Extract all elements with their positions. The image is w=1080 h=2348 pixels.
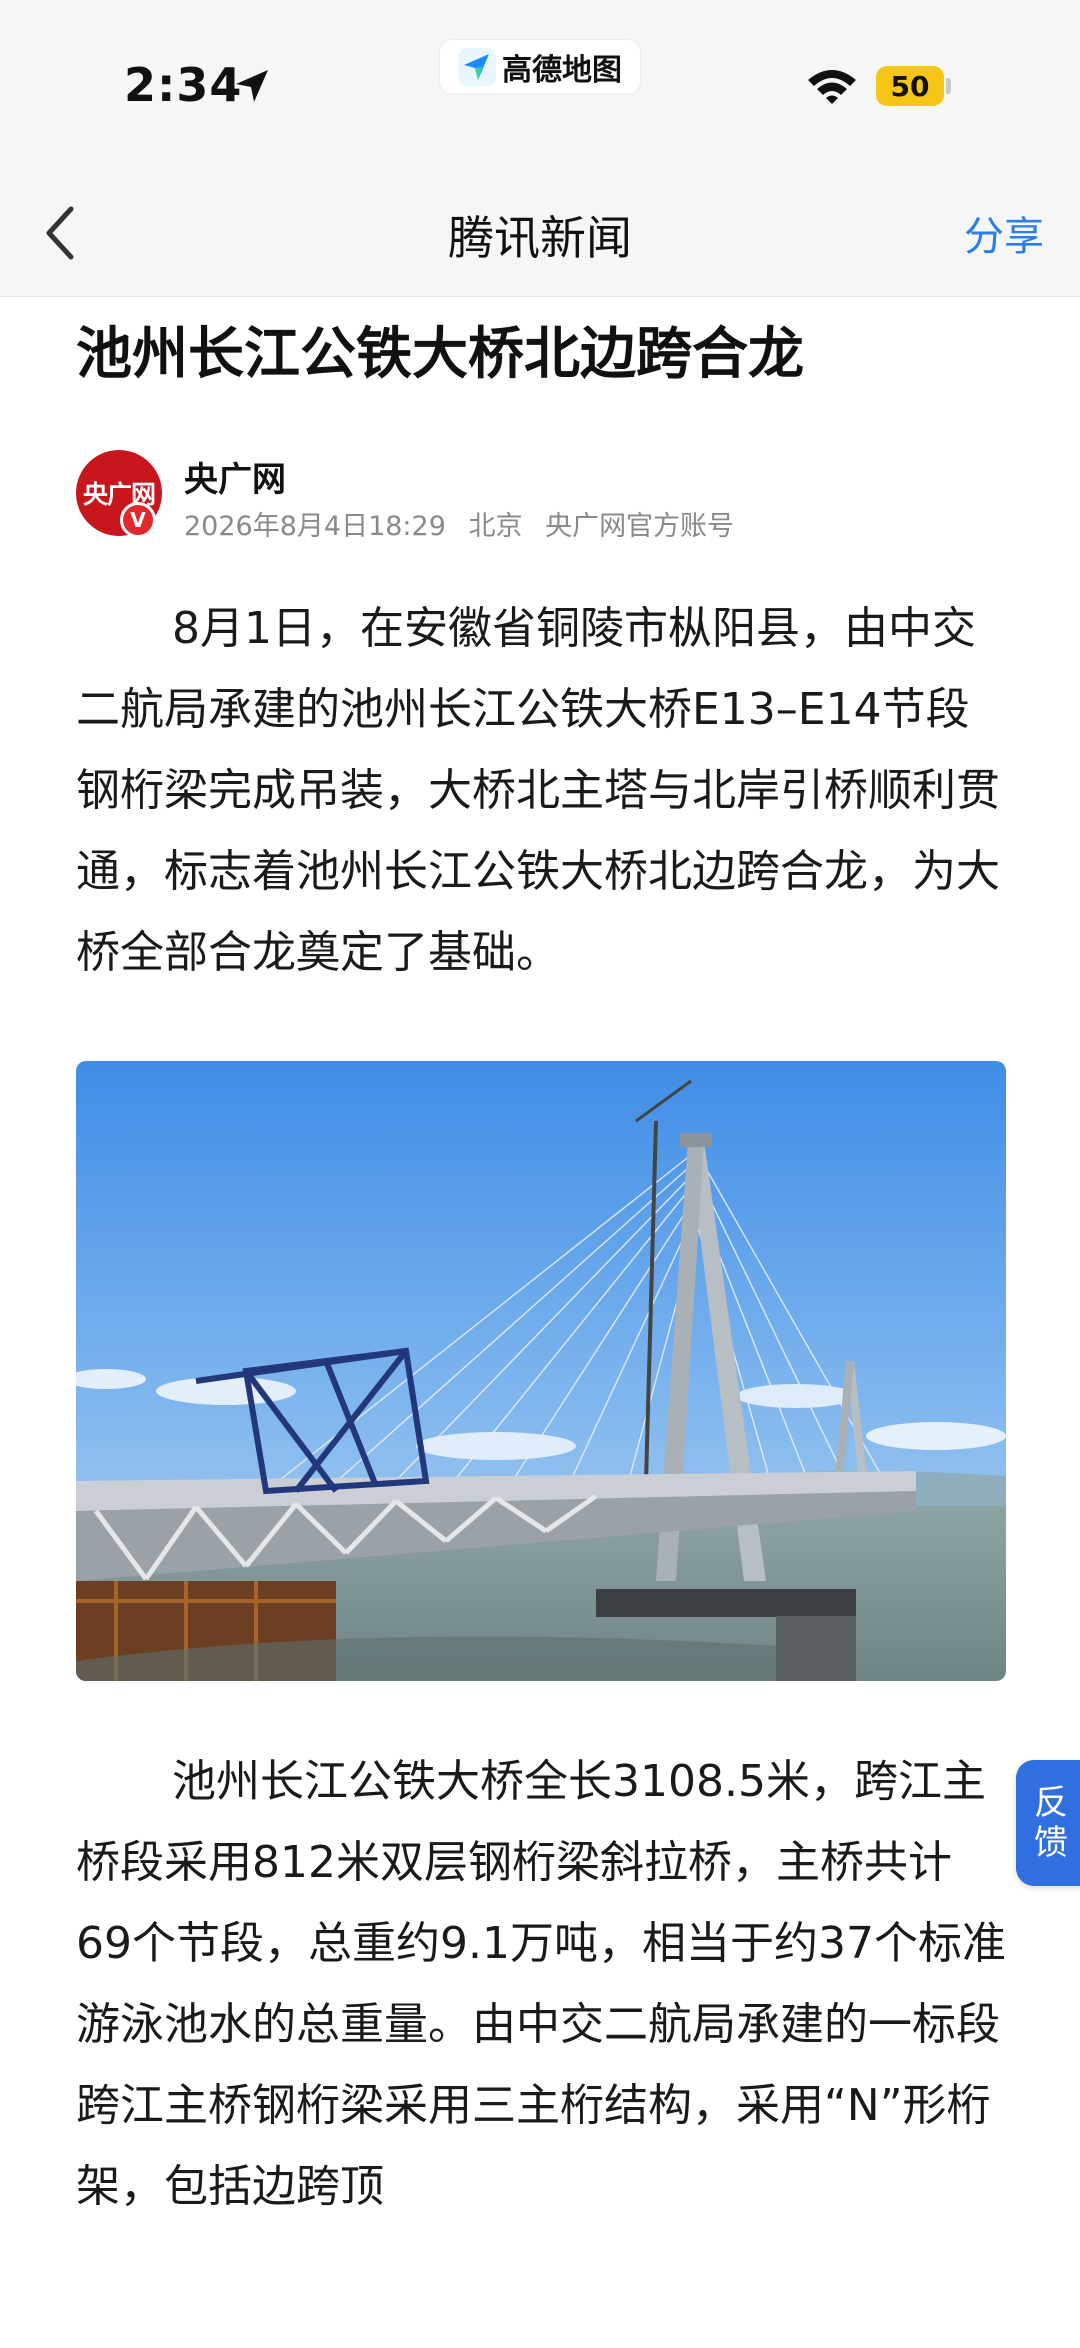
publish-location: 北京 [468,511,523,542]
author-name[interactable]: 央广网 [184,452,286,501]
author-row[interactable]: 央广网 V 央广网 2026年8月4日18:29 北京 央广网官方账号 [76,450,1006,543]
article-title: 池州长江公铁大桥北边跨合龙 [76,322,804,387]
author-avatar[interactable]: 央广网 V [76,450,162,538]
feedback-label-top: 反 [1034,1783,1068,1823]
status-time: 2:34 [124,58,243,112]
app-name: 高德地图 [502,53,622,88]
nav-bar: 腾讯新闻 分享 [0,170,1080,297]
battery-icon: 50 [876,66,944,106]
wifi-icon [808,70,856,104]
account-type: 央广网官方账号 [545,511,735,542]
nav-title: 腾讯新闻 [448,211,632,265]
article-paragraph: 池州长江公铁大桥全长3108.5米，跨江主桥段采用812米双层钢桁梁斜拉桥，主桥… [76,1756,1006,2212]
article: 池州长江公铁大桥北边跨合龙 央广网 V 央广网 2026年8月4日18:29 北… [76,296,1006,2227]
verified-badge-icon: V [120,502,156,538]
location-arrow-icon [236,70,268,102]
publish-date: 2026年8月4日18:29 [184,511,446,542]
feedback-button[interactable]: 反 馈 [1016,1760,1080,1886]
bridge-photo[interactable] [76,1061,1006,1681]
back-to-app-pill[interactable]: 高德地图 [440,40,640,94]
amap-logo-icon [458,48,496,86]
publish-meta: 2026年8月4日18:29 北京 央广网官方账号 [184,504,748,543]
status-bar: 2:34 高德地图 50 [0,0,1080,170]
article-paragraph: 8月1日，在安徽省铜陵市枞阳县，由中交二航局承建的池州长江公铁大桥E13–E14… [76,603,1000,978]
share-button[interactable]: 分享 [964,204,1044,262]
battery-cap [946,78,951,94]
feedback-label-bottom: 馈 [1034,1823,1068,1863]
battery-level: 50 [890,69,930,103]
